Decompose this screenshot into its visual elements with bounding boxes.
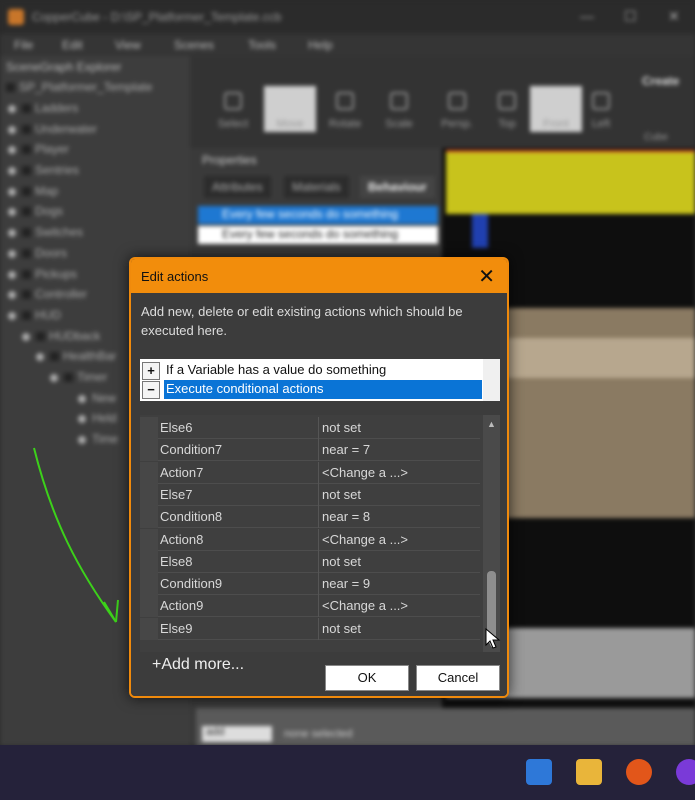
add-more-link[interactable]: +Add more... xyxy=(152,656,244,674)
property-name: Else8 xyxy=(160,553,193,569)
table-row[interactable]: Condition8 near = 8 xyxy=(140,506,480,529)
property-value[interactable]: near = 9 xyxy=(322,576,478,591)
table-row[interactable]: Condition7 near = 7 xyxy=(140,439,480,462)
table-row[interactable]: Else8 not set xyxy=(140,550,480,573)
property-value[interactable]: not set xyxy=(322,621,478,636)
row-gutter xyxy=(140,417,158,439)
property-value[interactable]: near = 7 xyxy=(322,442,478,457)
property-name: Condition7 xyxy=(160,442,223,458)
firefox-icon[interactable] xyxy=(626,759,652,785)
add-action-button[interactable]: + xyxy=(142,362,160,380)
close-icon[interactable]: ✕ xyxy=(478,264,495,289)
property-value[interactable]: <Change a ...> xyxy=(322,465,478,480)
column-divider xyxy=(318,417,319,439)
table-row[interactable]: Action7 <Change a ...> xyxy=(140,461,480,484)
table-row[interactable]: Else7 not set xyxy=(140,483,480,506)
property-value[interactable]: not set xyxy=(322,487,478,502)
column-divider xyxy=(318,573,319,596)
file-explorer-icon[interactable] xyxy=(576,759,602,785)
dialog-title: Edit actions xyxy=(141,269,209,284)
list-item[interactable]: + If a Variable has a value do something xyxy=(140,361,483,380)
remove-action-button[interactable]: − xyxy=(142,381,160,399)
action-list-scrollbar[interactable] xyxy=(483,359,500,401)
property-value[interactable]: not set xyxy=(322,554,478,569)
row-gutter xyxy=(140,595,158,618)
row-gutter xyxy=(140,461,158,484)
property-name: Else6 xyxy=(160,420,193,435)
property-grid-scrollbar[interactable]: ▲ ▼ xyxy=(483,415,500,652)
column-divider xyxy=(318,461,319,484)
row-gutter xyxy=(140,550,158,573)
action-list[interactable]: + If a Variable has a value do something… xyxy=(140,359,500,401)
action-property-grid: Else6 not set Condition7 near = 7 Action7 <Ch… xyxy=(140,415,500,652)
row-gutter xyxy=(140,528,158,551)
action-label[interactable]: If a Variable has a value do something xyxy=(164,361,388,380)
taskbar xyxy=(0,745,695,800)
column-divider xyxy=(318,439,319,462)
column-divider xyxy=(318,483,319,506)
scroll-up-icon[interactable]: ▲ xyxy=(487,419,496,429)
column-divider xyxy=(318,550,319,573)
property-name: Action8 xyxy=(160,531,204,547)
row-gutter xyxy=(140,506,158,529)
table-row[interactable]: Action9 <Change a ...> xyxy=(140,595,480,618)
property-value[interactable]: <Change a ...> xyxy=(322,532,478,547)
property-name: Else9 xyxy=(160,620,193,636)
table-row[interactable]: Else9 not set xyxy=(140,617,480,640)
dialog-body: Add new, delete or edit existing actions… xyxy=(131,293,507,696)
action-label[interactable]: Execute conditional actions xyxy=(164,380,482,399)
property-value[interactable]: not set xyxy=(322,420,478,435)
row-gutter xyxy=(140,573,158,596)
column-divider xyxy=(318,595,319,618)
cancel-button[interactable]: Cancel xyxy=(416,665,500,691)
app-icon[interactable] xyxy=(676,759,695,785)
table-row[interactable]: Condition9 near = 9 xyxy=(140,573,480,596)
table-row[interactable]: Action8 <Change a ...> xyxy=(140,528,480,551)
row-gutter xyxy=(140,617,158,640)
column-divider xyxy=(318,617,319,640)
row-gutter xyxy=(140,439,158,462)
row-gutter xyxy=(140,483,158,506)
mouse-cursor-icon xyxy=(485,628,501,649)
property-name: Action9 xyxy=(160,598,204,614)
property-name: Condition8 xyxy=(160,509,223,525)
windows-start-icon[interactable] xyxy=(526,759,552,785)
column-divider xyxy=(318,528,319,551)
table-row[interactable]: Else6 not set xyxy=(140,417,480,439)
property-value[interactable]: <Change a ...> xyxy=(322,598,478,613)
edit-actions-dialog: Edit actions ✕ Add new, delete or edit e… xyxy=(129,257,509,698)
property-name: Else7 xyxy=(160,486,193,502)
list-item[interactable]: − Execute conditional actions xyxy=(140,380,483,399)
property-name: Action7 xyxy=(160,464,204,480)
property-value[interactable]: near = 8 xyxy=(322,509,478,524)
property-name: Condition9 xyxy=(160,576,223,592)
column-divider xyxy=(318,506,319,529)
dialog-titlebar: Edit actions ✕ xyxy=(131,259,507,293)
ok-button[interactable]: OK xyxy=(325,665,409,691)
dialog-description: Add new, delete or edit existing actions… xyxy=(141,304,463,338)
